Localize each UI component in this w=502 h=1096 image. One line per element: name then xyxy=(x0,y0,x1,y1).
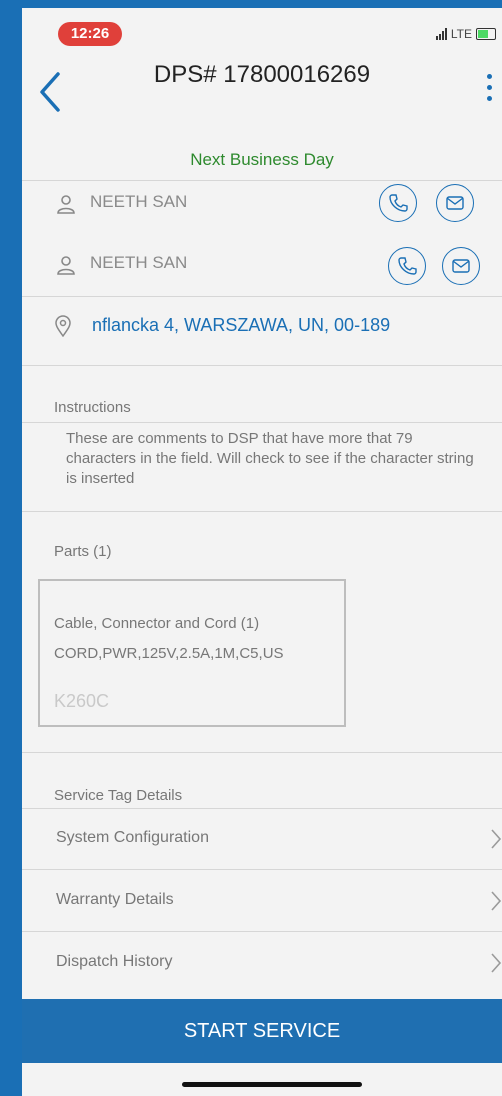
call-button[interactable] xyxy=(379,184,417,222)
contact-name: NEETH SAN xyxy=(90,192,188,211)
phone-screen: 12:26 LTE DPS# 17800016269 Next Business… xyxy=(22,8,502,1096)
chevron-right-icon xyxy=(491,953,502,973)
person-icon xyxy=(57,256,75,275)
divider xyxy=(22,931,502,932)
frame-arrow xyxy=(0,1010,18,1024)
divider xyxy=(22,511,502,512)
part-code: K260C xyxy=(54,691,110,711)
chevron-right-icon xyxy=(491,829,502,849)
service-tag-label: Service Tag Details xyxy=(54,787,183,804)
parts-label: Parts (1) xyxy=(54,543,112,560)
contact-row: NEETH SAN xyxy=(22,184,502,224)
location-pin-icon xyxy=(55,315,71,337)
email-button[interactable] xyxy=(442,247,480,285)
instructions-text: These are comments to DSP that have more… xyxy=(66,430,474,487)
start-service-button[interactable]: START SERVICE xyxy=(22,999,502,1063)
menu-item-dispatch-history[interactable]: Dispatch History xyxy=(22,933,502,993)
network-label: LTE xyxy=(450,27,472,41)
mail-icon xyxy=(452,259,470,273)
mail-icon xyxy=(446,196,464,210)
menu-item-label: Warranty Details xyxy=(56,891,174,908)
menu-item-warranty-details[interactable]: Warranty Details xyxy=(22,871,502,931)
battery-icon xyxy=(476,28,496,40)
instructions-label: Instructions xyxy=(54,399,131,416)
menu-item-system-configuration[interactable]: System Configuration xyxy=(22,809,502,869)
divider xyxy=(22,869,502,870)
page-title: DPS# 17800016269 xyxy=(153,61,371,88)
menu-item-label: Dispatch History xyxy=(56,953,173,970)
divider xyxy=(22,180,502,181)
phone-icon xyxy=(398,257,417,275)
status-indicators: LTE xyxy=(435,24,496,44)
part-category: Cable, Connector and Cord (1) xyxy=(54,615,260,632)
divider xyxy=(22,422,502,423)
contact-row: NEETH SAN xyxy=(22,245,502,285)
priority-label: Next Business Day xyxy=(190,150,334,169)
divider xyxy=(22,296,502,297)
kebab-menu-icon[interactable] xyxy=(484,74,494,114)
chevron-right-icon xyxy=(491,891,502,911)
home-indicator[interactable] xyxy=(182,1082,362,1087)
person-icon xyxy=(57,195,75,214)
divider xyxy=(22,365,502,366)
menu-item-label: System Configuration xyxy=(56,829,209,846)
status-time: 12:26 xyxy=(58,22,122,46)
divider xyxy=(22,752,502,753)
contact-name: NEETH SAN xyxy=(90,253,188,272)
part-card[interactable]: Cable, Connector and Cord (1) CORD,PWR,1… xyxy=(38,579,346,727)
part-description: CORD,PWR,125V,2.5A,1M,C5,US xyxy=(54,645,284,662)
address-link[interactable]: nflancka 4, WARSZAWA, UN, 00-189 xyxy=(92,315,390,336)
phone-icon xyxy=(389,194,408,212)
email-button[interactable] xyxy=(436,184,474,222)
call-button[interactable] xyxy=(388,247,426,285)
signal-icon xyxy=(435,28,447,40)
